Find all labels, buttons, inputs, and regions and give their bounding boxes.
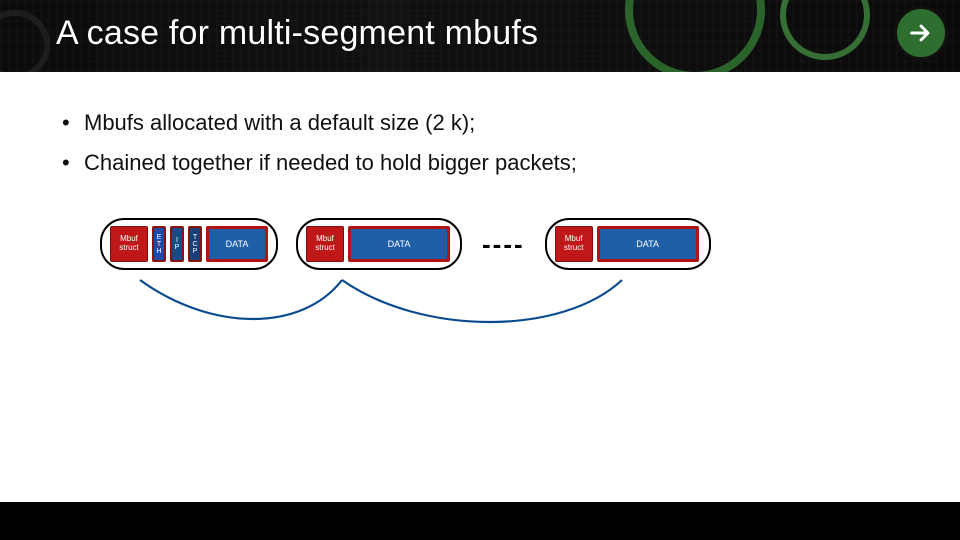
tcp-header-label: TCP	[192, 234, 197, 255]
mbuf-segment-1: Mbuf struct DATA	[296, 218, 462, 270]
slide-title-banner: A case for multi-segment mbufs	[0, 0, 960, 72]
eth-header-label: ETH	[156, 234, 161, 255]
decorative-ring	[0, 10, 50, 72]
list-item: Chained together if needed to hold bigge…	[56, 150, 904, 176]
ip-header-label: IP	[175, 237, 180, 251]
mbuf-segment-n: Mbuf struct DATA	[545, 218, 711, 270]
list-item: Mbufs allocated with a default size (2 k…	[56, 110, 904, 136]
mbuf-label: struct	[119, 244, 139, 253]
mbuf-label: struct	[315, 244, 335, 253]
arrow-forward-icon	[907, 19, 935, 47]
decorative-ring	[625, 0, 765, 72]
ip-header-box: IP	[170, 226, 184, 262]
slide-body: Mbufs allocated with a default size (2 k…	[0, 72, 960, 270]
data-payload-box: DATA	[206, 226, 268, 262]
mbuf-struct-box: Mbuf struct	[306, 226, 344, 262]
eth-header-box: ETH	[152, 226, 166, 262]
mbuf-struct-box: Mbuf struct	[555, 226, 593, 262]
mbuf-label: struct	[564, 244, 584, 253]
page-title: A case for multi-segment mbufs	[56, 14, 538, 53]
mbuf-segment-0: Mbuf struct ETH IP TCP DATA	[100, 218, 278, 270]
decorative-ring	[780, 0, 870, 60]
chain-link-arcs	[92, 276, 812, 336]
bullet-list: Mbufs allocated with a default size (2 k…	[56, 110, 904, 176]
mbuf-struct-box: Mbuf struct	[110, 226, 148, 262]
mbuf-chain-diagram: Mbuf struct ETH IP TCP DATA Mbuf struct …	[100, 218, 904, 270]
tcp-header-box: TCP	[188, 226, 202, 262]
chain-ellipsis: ----	[480, 229, 527, 260]
brand-logo	[894, 6, 948, 60]
data-payload-box: DATA	[597, 226, 699, 262]
slide-footer-bar	[0, 502, 960, 540]
data-payload-box: DATA	[348, 226, 450, 262]
